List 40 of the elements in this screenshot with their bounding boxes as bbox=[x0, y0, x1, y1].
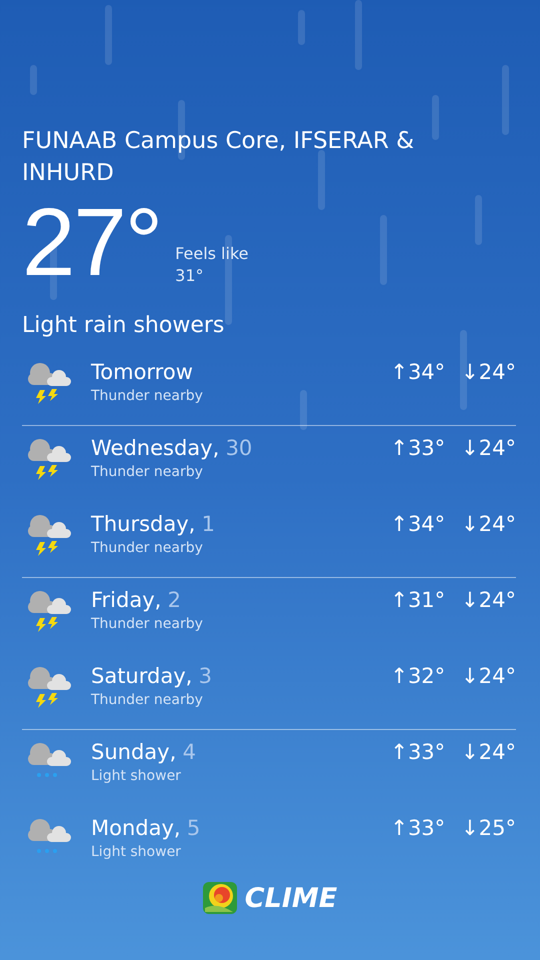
low-temperature: ↓24° bbox=[461, 511, 516, 538]
cloud-lightning-icon bbox=[26, 664, 72, 708]
forecast-summary: Light shower bbox=[91, 844, 182, 860]
forecast-summary: Light shower bbox=[91, 768, 182, 784]
forecast-summary: Thunder nearby bbox=[91, 464, 204, 480]
low-temperature: ↓24° bbox=[461, 663, 516, 690]
low-temperature: ↓25° bbox=[461, 815, 516, 842]
feels-like-value: 31° bbox=[175, 265, 205, 287]
high-temperature: ↑34° bbox=[390, 511, 446, 538]
radar-logo-icon bbox=[202, 882, 237, 914]
low-temperature: ↓24° bbox=[461, 739, 516, 766]
high-temperature: ↑33° bbox=[390, 815, 446, 842]
current-temperature: 27° bbox=[22, 193, 162, 293]
feels-like-label: Feels like bbox=[175, 243, 248, 265]
cloud-lightning-icon bbox=[26, 436, 72, 480]
cloud-lightning-icon bbox=[26, 360, 72, 404]
forecast-day: Thursday, 1 bbox=[91, 510, 390, 538]
forecast-day: Friday, 2 bbox=[91, 586, 390, 614]
forecast-day: Monday, 5 bbox=[91, 814, 390, 842]
forecast-summary: Thunder nearby bbox=[91, 540, 204, 556]
forecast-day: Wednesday, 30 bbox=[91, 434, 390, 462]
high-temperature: ↑33° bbox=[390, 435, 446, 462]
low-temperature: ↓24° bbox=[461, 587, 516, 614]
forecast-summary: Thunder nearby bbox=[91, 388, 204, 404]
forecast-day: Sunday, 4 bbox=[91, 738, 390, 766]
forecast-day: Tomorrow bbox=[91, 358, 390, 386]
high-temperature: ↑32° bbox=[390, 663, 446, 690]
high-temperature: ↑33° bbox=[390, 739, 446, 766]
high-temperature: ↑34° bbox=[390, 359, 446, 386]
low-temperature: ↓24° bbox=[461, 359, 516, 386]
location-title: FUNAAB Campus Core, IFSERAR & INHURD bbox=[22, 127, 416, 188]
cloud-lightning-icon bbox=[26, 588, 72, 632]
brand-name: CLIME bbox=[244, 882, 338, 914]
current-condition: Light rain showers bbox=[22, 313, 226, 338]
forecast-summary: Thunder nearby bbox=[91, 616, 204, 632]
forecast-day: Saturday, 3 bbox=[91, 662, 390, 690]
low-temperature: ↓24° bbox=[461, 435, 516, 462]
cloud-lightning-icon bbox=[26, 512, 72, 556]
high-temperature: ↑31° bbox=[390, 587, 446, 614]
forecast-summary: Thunder nearby bbox=[91, 692, 204, 708]
